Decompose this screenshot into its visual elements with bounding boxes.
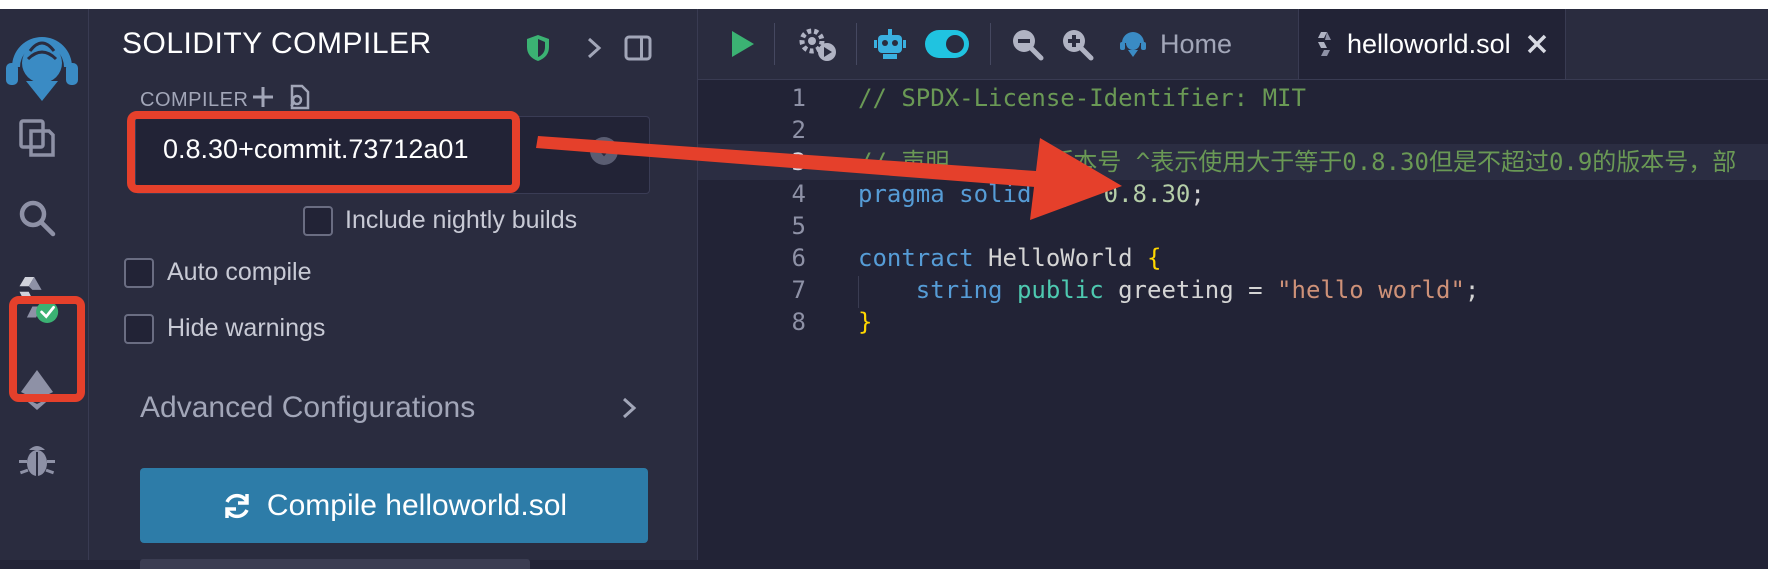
secondary-button[interactable] xyxy=(140,559,530,569)
annotation-arrow xyxy=(536,136,1122,220)
